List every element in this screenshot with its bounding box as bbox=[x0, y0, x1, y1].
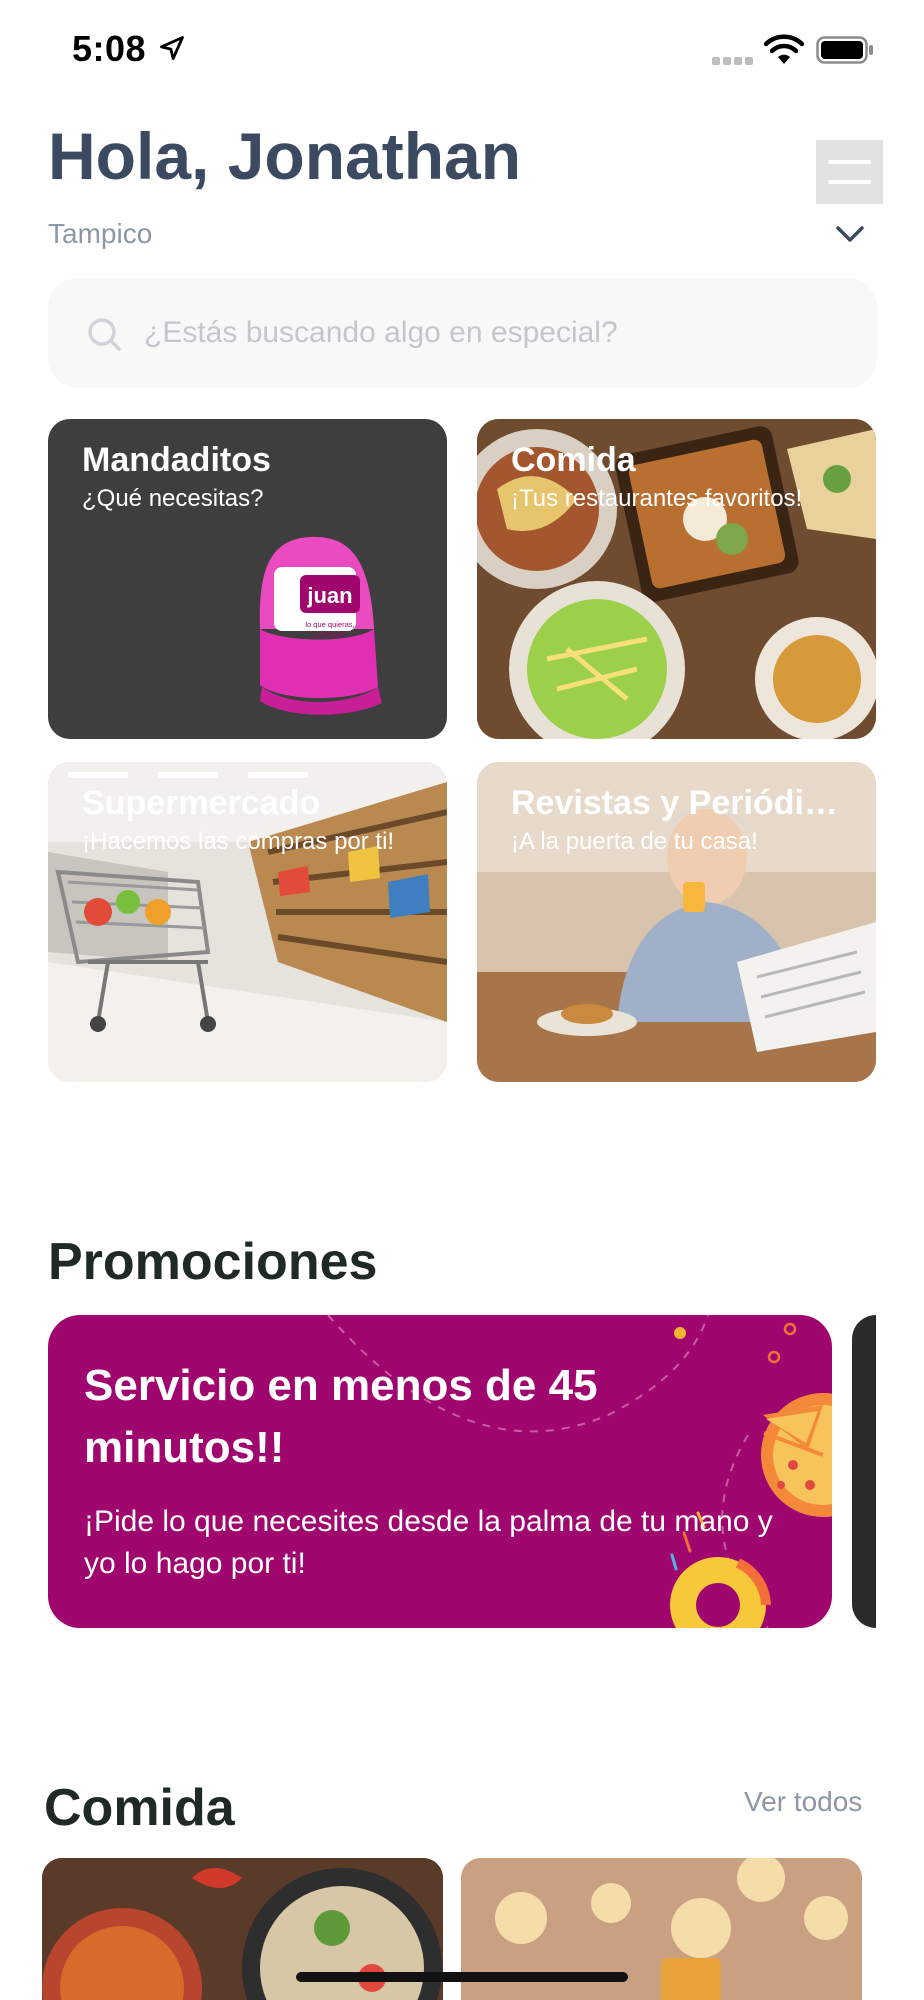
battery-icon bbox=[816, 36, 873, 64]
location-arrow-icon bbox=[160, 36, 184, 60]
cellular-signal-icon bbox=[712, 52, 756, 65]
city-selector-label[interactable]: Tampico bbox=[48, 218, 152, 250]
greeting-title: Hola, Jonathan bbox=[48, 119, 522, 193]
category-title: Comida bbox=[511, 441, 636, 479]
status-bar: 5:08 bbox=[0, 0, 924, 100]
menu-button[interactable] bbox=[816, 140, 883, 204]
wifi-icon bbox=[764, 34, 804, 64]
svg-text:a domicilio.: a domicilio. bbox=[311, 630, 349, 639]
cap-logo-text: juan bbox=[306, 583, 352, 608]
status-time: 5:08 bbox=[72, 28, 147, 69]
category-title: Mandaditos bbox=[82, 441, 271, 479]
category-card-supermercado[interactable]: Supermercado ¡Hacemos las compras por ti… bbox=[48, 762, 447, 1082]
promo-banner-next[interactable] bbox=[852, 1315, 876, 1628]
category-title: Supermercado bbox=[82, 784, 321, 822]
search-icon bbox=[88, 318, 121, 351]
promotions-title: Promociones bbox=[48, 1233, 378, 1291]
chevron-down-icon[interactable] bbox=[834, 222, 866, 246]
promo-body: ¡Pide lo que necesites desde la palma de… bbox=[84, 1505, 773, 1580]
home-indicator[interactable] bbox=[296, 1972, 628, 1982]
search-bar[interactable] bbox=[48, 278, 877, 388]
svg-text:lo que quieras,: lo que quieras, bbox=[305, 620, 354, 629]
category-title: Revistas y Periódicos bbox=[511, 784, 856, 822]
search-input[interactable] bbox=[144, 304, 844, 362]
category-card-mandaditos[interactable]: juan lo que quieras, a domicilio. Mandad… bbox=[48, 419, 447, 739]
see-all-link[interactable]: Ver todos bbox=[744, 1786, 862, 1818]
menu-icon-line bbox=[828, 160, 871, 164]
category-subtitle: ¡Tus restaurantes favoritos! bbox=[511, 485, 803, 512]
promo-banner[interactable]: Servicio en menos de 45 minutos!! ¡Pide … bbox=[48, 1315, 832, 1628]
category-subtitle: ¿Qué necesitas? bbox=[82, 485, 264, 512]
category-card-revistas[interactable]: Revistas y Periódicos ¡A la puerta de tu… bbox=[477, 762, 876, 1082]
category-subtitle: ¡Hacemos las compras por ti! bbox=[82, 828, 395, 855]
category-subtitle: ¡A la puerta de tu casa! bbox=[511, 828, 758, 855]
category-card-comida[interactable]: Comida ¡Tus restaurantes favoritos! bbox=[477, 419, 876, 739]
food-section-title: Comida bbox=[44, 1779, 235, 1837]
promo-headline: Servicio en menos de 45 minutos!! bbox=[84, 1361, 598, 1472]
menu-icon-line bbox=[828, 180, 871, 184]
